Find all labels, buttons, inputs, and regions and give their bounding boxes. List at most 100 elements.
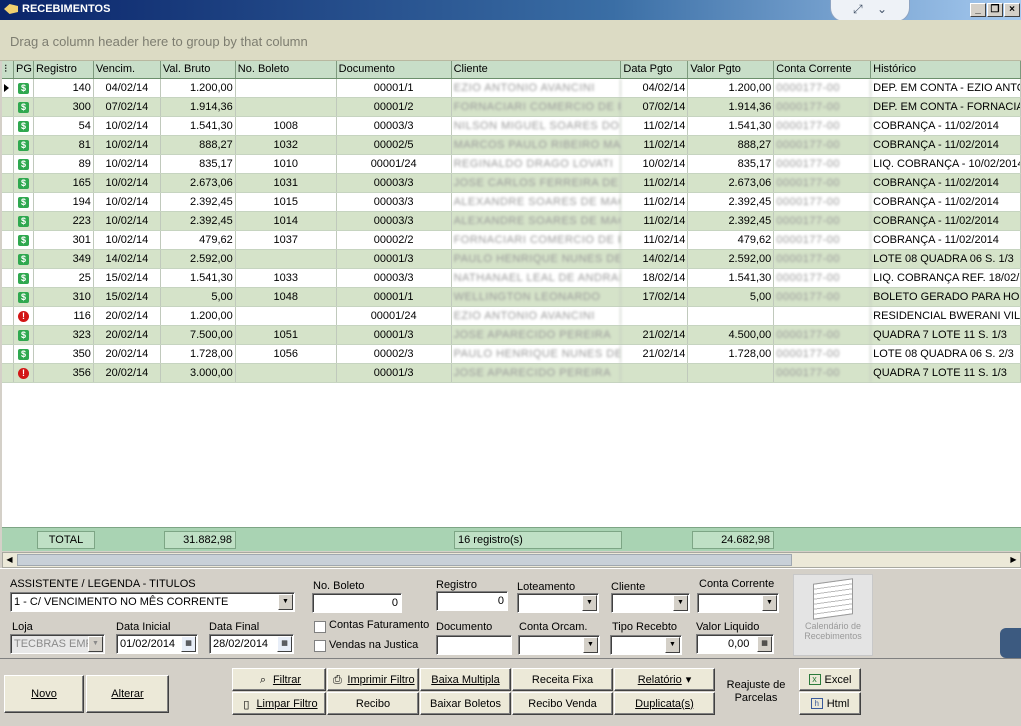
recibo-button[interactable]: Recibo: [327, 692, 419, 715]
column-header-cliente[interactable]: Cliente: [452, 61, 622, 78]
receivables-grid[interactable]: ⁝ PG Registro Vencim. Val. Bruto No. Boleto Do…: [2, 61, 1021, 383]
column-header-pg[interactable]: PG: [14, 61, 34, 78]
relatorio-button[interactable]: Relatório ▾: [614, 668, 715, 691]
row-selector[interactable]: [2, 326, 14, 344]
reajuste-parcelas-button[interactable]: Reajuste de Parcelas: [724, 679, 788, 705]
table-row[interactable]: $89 10/02/14 835,17 1010 00001/24 REGINALDO D…: [2, 155, 1021, 174]
limpar-filtro-button[interactable]: ▯ Limpar Filtro: [232, 692, 326, 715]
table-row[interactable]: $54 10/02/14 1.541,30 1008 00003/3 NILSON MIG…: [2, 117, 1021, 136]
cell-conta-corrente: 0000177-00: [774, 79, 872, 97]
contas-faturamento-checkbox[interactable]: [314, 621, 326, 633]
table-row[interactable]: $25 15/02/14 1.541,30 1033 00003/3 NATHANAEL …: [2, 269, 1021, 288]
table-row[interactable]: $310 15/02/14 5,00 1048 00001/1 WELLINGTON LE…: [2, 288, 1021, 307]
recibo-venda-button[interactable]: Recibo Venda: [512, 692, 613, 715]
column-header-data-pgto[interactable]: Data Pgto: [621, 61, 689, 78]
scroll-thumb[interactable]: [17, 554, 792, 566]
documento-input[interactable]: [436, 635, 512, 655]
vendas-justica-checkbox[interactable]: [314, 640, 326, 652]
tipo-recebto-select[interactable]: ▼: [610, 635, 682, 655]
loja-select[interactable]: TECBRAS EMP ▼: [10, 634, 105, 654]
row-selector[interactable]: [2, 364, 14, 382]
table-row[interactable]: $300 07/02/14 1.914,36 00001/2 FORNACIARI CO…: [2, 98, 1021, 117]
novo-button[interactable]: Novo: [4, 675, 84, 713]
conta-orcam-select[interactable]: ▼: [518, 635, 600, 655]
data-final-input[interactable]: 28/02/2014 ▦: [209, 634, 294, 654]
row-selector-header[interactable]: ⁝: [2, 61, 14, 78]
valor-liquido-input[interactable]: 0,00 ▦: [696, 634, 774, 654]
expand-icon[interactable]: ⤢: [853, 2, 863, 17]
alterar-button[interactable]: Alterar: [86, 675, 169, 713]
calendar-recebimentos-button[interactable]: Calendário de Recebimentos: [793, 574, 873, 656]
chevron-down-icon[interactable]: ▼: [88, 636, 103, 652]
baixar-boletos-button[interactable]: Baixar Boletos: [420, 692, 511, 715]
table-row[interactable]: $349 14/02/14 2.592,00 00001/3 PAULO HENRIQU…: [2, 250, 1021, 269]
row-selector[interactable]: [2, 212, 14, 230]
chevron-down-icon[interactable]: ⌄: [877, 2, 887, 16]
table-row[interactable]: $165 10/02/14 2.673,06 1031 00003/3 JOSE CARL…: [2, 174, 1021, 193]
receita-fixa-button[interactable]: Receita Fixa: [512, 668, 613, 691]
row-selector[interactable]: [2, 269, 14, 287]
column-header-documento[interactable]: Documento: [337, 61, 452, 78]
column-header-vencim[interactable]: Vencim.: [94, 61, 161, 78]
calculator-icon[interactable]: ▦: [757, 636, 772, 652]
column-header-historico[interactable]: Histórico: [871, 61, 1021, 78]
boleto-input[interactable]: 0: [312, 593, 402, 613]
row-selector[interactable]: [2, 345, 14, 363]
row-selector[interactable]: [2, 136, 14, 154]
chevron-down-icon[interactable]: ▼: [762, 595, 777, 611]
restore-button[interactable]: ❐: [987, 3, 1003, 17]
loteamento-select[interactable]: ▼: [517, 593, 599, 613]
scroll-left-icon[interactable]: ◀: [3, 554, 16, 566]
chevron-down-icon[interactable]: ▼: [583, 637, 598, 653]
horizontal-scrollbar[interactable]: ◀ ▶: [2, 552, 1021, 568]
scroll-right-icon[interactable]: ▶: [1007, 554, 1020, 566]
chevron-down-icon[interactable]: ▼: [665, 637, 680, 653]
baixa-multipla-button[interactable]: Baixa Multipla: [420, 668, 511, 691]
group-by-panel[interactable]: Drag a column header here to group by th…: [0, 20, 1021, 61]
row-selector[interactable]: [2, 174, 14, 192]
duplicatas-button[interactable]: Duplicata(s): [614, 692, 715, 715]
row-selector[interactable]: [2, 250, 14, 268]
chevron-down-icon[interactable]: ▼: [278, 594, 293, 610]
side-tab-icon[interactable]: [1000, 628, 1021, 658]
column-header-registro[interactable]: Registro: [34, 61, 94, 78]
cell-conta-corrente: 0000177-00: [774, 326, 872, 344]
imprimir-filtro-button[interactable]: ⎙ Imprimir Filtro: [327, 668, 419, 691]
row-selector[interactable]: [2, 98, 14, 116]
table-row[interactable]: $323 20/02/14 7.500,00 1051 00001/3 JOSE APAR…: [2, 326, 1021, 345]
table-row[interactable]: $350 20/02/14 1.728,00 1056 00002/3 PAULO HEN…: [2, 345, 1021, 364]
close-button[interactable]: ×: [1004, 3, 1020, 17]
table-row[interactable]: ! 356 20/02/14 3.000,00 00001/3 JOSE APARECID…: [2, 364, 1021, 383]
column-header-conta-corrente[interactable]: Conta Corrente: [774, 61, 872, 78]
table-row[interactable]: $301 10/02/14 479,62 1037 00002/2 FORNACIARI …: [2, 231, 1021, 250]
table-row[interactable]: ! 116 20/02/14 1.200,00 00001/24 EZIO ANTONIO…: [2, 307, 1021, 326]
calendar-icon[interactable]: ▦: [181, 636, 196, 652]
table-row[interactable]: $81 10/02/14 888,27 1032 00002/5 MARCOS PAULO…: [2, 136, 1021, 155]
chevron-down-icon[interactable]: ▼: [673, 595, 688, 611]
row-selector[interactable]: [2, 155, 14, 173]
conta-corrente-select[interactable]: ▼: [697, 593, 779, 613]
chevron-down-icon[interactable]: ▼: [582, 595, 597, 611]
data-inicial-input[interactable]: 01/02/2014 ▦: [116, 634, 198, 654]
row-selector[interactable]: [2, 79, 14, 97]
column-header-val-bruto[interactable]: Val. Bruto: [161, 61, 236, 78]
row-selector[interactable]: [2, 117, 14, 135]
calendar-icon[interactable]: ▦: [277, 636, 292, 652]
table-row[interactable]: $194 10/02/14 2.392,45 1015 00003/3 ALEXANDRE…: [2, 193, 1021, 212]
table-row[interactable]: $223 10/02/14 2.392,45 1014 00003/3 ALEXANDRE…: [2, 212, 1021, 231]
assistente-select[interactable]: 1 - C/ VENCIMENTO NO MÊS CORRENTE ▼: [10, 592, 295, 612]
row-selector[interactable]: [2, 288, 14, 306]
table-row[interactable]: $140 04/02/14 1.200,00 00001/1 EZIO ANTONIO …: [2, 79, 1021, 98]
cliente-select[interactable]: ▼: [611, 593, 690, 613]
title-notch: ⤢ ⌄: [830, 0, 910, 22]
html-button[interactable]: h Html: [799, 692, 861, 715]
column-header-valor-pgto[interactable]: Valor Pgto: [688, 61, 775, 78]
registro-input[interactable]: 0: [436, 591, 508, 611]
row-selector[interactable]: [2, 193, 14, 211]
row-selector[interactable]: [2, 231, 14, 249]
column-header-boleto[interactable]: No. Boleto: [236, 61, 337, 78]
minimize-button[interactable]: _: [970, 3, 986, 17]
filtrar-button[interactable]: ⌕ Filtrar: [232, 668, 326, 691]
excel-button[interactable]: x Excel: [799, 668, 861, 691]
row-selector[interactable]: [2, 307, 14, 325]
